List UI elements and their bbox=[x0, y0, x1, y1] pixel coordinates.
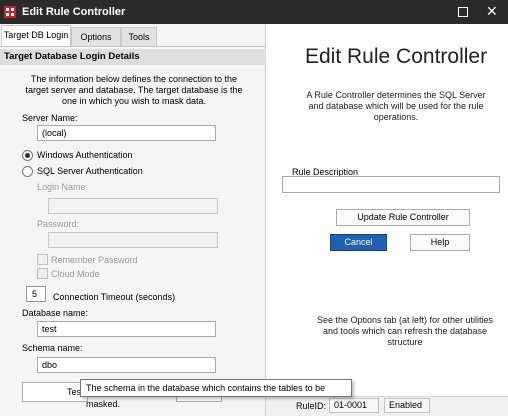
remember-password-label: Remember Password bbox=[51, 255, 138, 265]
remember-password-checkbox[interactable] bbox=[37, 254, 48, 265]
rule-description-input[interactable] bbox=[282, 176, 500, 193]
title-bar: Edit Rule Controller ✕ bbox=[0, 0, 508, 24]
options-info-text: See the Options tab (at left) for other … bbox=[316, 315, 494, 347]
radio-selected-dot bbox=[25, 153, 30, 158]
section-title: Target Database Login Details bbox=[0, 49, 266, 65]
sql-auth-radio[interactable] bbox=[22, 166, 33, 177]
connection-info-text: The information below defines the connec… bbox=[25, 74, 243, 106]
database-name-input[interactable]: test bbox=[37, 321, 216, 337]
schema-name-input[interactable]: dbo bbox=[37, 357, 216, 373]
update-rule-controller-button[interactable]: Update Rule Controller bbox=[336, 209, 470, 226]
maximize-icon[interactable] bbox=[458, 7, 468, 17]
schema-name-label: Schema name: bbox=[22, 343, 83, 353]
page-title: Edit Rule Controller bbox=[305, 45, 488, 68]
sql-auth-label[interactable]: SQL Server Authentication bbox=[37, 166, 143, 176]
close-icon[interactable]: ✕ bbox=[486, 3, 498, 19]
status-badge: Enabled bbox=[384, 398, 430, 413]
login-name-input[interactable] bbox=[48, 198, 218, 214]
help-button[interactable]: Help bbox=[410, 234, 470, 251]
password-label: Password: bbox=[37, 219, 80, 229]
left-panel: Target DB Login Options Tools Target Dat… bbox=[0, 24, 266, 416]
cloud-mode-checkbox[interactable] bbox=[37, 268, 48, 279]
server-name-label: Server Name: bbox=[22, 113, 78, 123]
windows-auth-radio[interactable] bbox=[22, 150, 33, 161]
password-input[interactable] bbox=[48, 232, 218, 248]
test-connection-button[interactable]: Tes bbox=[22, 382, 88, 402]
schema-tooltip: The schema in the database which contain… bbox=[80, 379, 352, 409]
tab-target-db-login[interactable]: Target DB Login bbox=[1, 25, 71, 47]
login-name-label: Login Name: bbox=[37, 182, 89, 192]
cloud-mode-label: Cloud Mode bbox=[51, 269, 100, 279]
database-name-label: Database name: bbox=[22, 308, 89, 318]
connection-timeout-label: Connection Timeout (seconds) bbox=[53, 292, 176, 302]
connection-timeout-input[interactable]: 5 bbox=[26, 286, 46, 302]
windows-auth-label[interactable]: Windows Authentication bbox=[37, 150, 133, 160]
tab-options[interactable]: Options bbox=[71, 27, 121, 47]
window-title: Edit Rule Controller bbox=[22, 6, 126, 18]
cancel-button[interactable]: Cancel bbox=[330, 234, 387, 251]
rule-id-label: RuleID: bbox=[296, 401, 327, 411]
rule-id-value: 01-0001 bbox=[329, 398, 379, 413]
server-name-input[interactable]: (local) bbox=[37, 125, 216, 141]
tab-tools[interactable]: Tools bbox=[121, 27, 157, 47]
app-logo-icon bbox=[4, 6, 16, 18]
tab-divider bbox=[0, 46, 266, 47]
rule-controller-info: A Rule Controller determines the SQL Ser… bbox=[306, 90, 486, 122]
